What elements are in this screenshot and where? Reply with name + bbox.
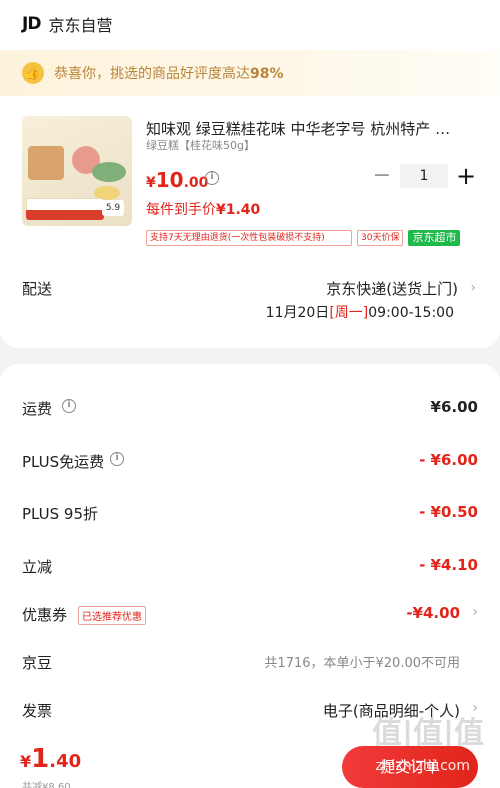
coupon-tag: 已选推荐优惠 <box>78 606 146 625</box>
chevron-right-icon[interactable]: › <box>472 604 478 620</box>
box-decoration <box>28 146 64 180</box>
shipping-time[interactable]: 11月20日[周一]09:00-15:00 <box>266 302 454 322</box>
praise-text: 恭喜你，挑选的商品好评度高达98% <box>54 66 284 82</box>
chevron-right-icon[interactable]: › <box>470 280 476 296</box>
product-spec[interactable]: 绿豆糕【桂花味50g】 <box>146 137 255 153</box>
info-icon[interactable]: i <box>62 399 76 413</box>
order-item-card: JD 京东自营 👍 恭喜你，挑选的商品好评度高达98% 5.9 知味观 绿豆糕桂… <box>0 0 500 348</box>
fee-row-instant-discount: 立减 - ¥4.10 <box>22 556 478 576</box>
product-title[interactable]: 知味观 绿豆糕桂花味 中华老字号 杭州特产 … <box>146 118 476 139</box>
store-header[interactable]: JD 京东自营 <box>22 12 112 36</box>
shipping-label: 配送 <box>22 280 53 298</box>
increase-button[interactable]: + <box>456 164 476 188</box>
shipping-method[interactable]: 京东快递(送货上门) <box>326 278 458 299</box>
price-protect-tag: 30天价保 <box>357 230 404 246</box>
quantity-value[interactable]: 1 <box>400 164 448 188</box>
each-price: 每件到手价¥1.40 <box>146 202 261 218</box>
leaf-decoration <box>92 162 126 182</box>
product-tags: 支持7天无理由退货(一次性包装破损不支持) 30天价保 京东超市 <box>146 230 461 246</box>
fee-row-shipping: 运费 i ¥6.00 <box>22 398 478 418</box>
praise-bar: 👍 恭喜你，挑选的商品好评度高达98% <box>0 50 500 96</box>
image-badge: 5.9 <box>102 200 124 216</box>
store-name: 京东自营 <box>48 16 113 35</box>
quantity-stepper: − 1 + <box>372 164 476 188</box>
fee-row-coupon[interactable]: 优惠券 已选推荐优惠 -¥4.00 › <box>22 604 478 626</box>
product-price: ¥10.00 <box>146 168 209 192</box>
return-policy-tag: 支持7天无理由退货(一次性包装破损不支持) <box>146 230 352 246</box>
fee-row-jd-beans: 京豆 共1716，本单小于¥20.00不可用 <box>22 654 460 672</box>
product-image[interactable]: 5.9 <box>22 116 132 226</box>
fee-row-plus-free-shipping: PLUS免运费 i - ¥6.00 <box>22 451 478 471</box>
jd-supermarket-tag: 京东超市 <box>408 230 461 246</box>
image-banner-red <box>26 210 104 220</box>
total-price: ¥1.40 <box>20 744 82 774</box>
total-discount: 共减¥8.60 <box>22 782 71 788</box>
fee-row-plus-discount: PLUS 95折 - ¥0.50 <box>22 503 478 523</box>
info-icon[interactable]: i <box>110 452 124 466</box>
info-icon[interactable]: i <box>205 171 219 185</box>
watermark-site: zhizhizhi.com <box>375 758 470 774</box>
thumbs-up-icon: 👍 <box>22 62 44 84</box>
decrease-button[interactable]: − <box>372 165 392 187</box>
jd-logo: JD <box>22 14 41 34</box>
